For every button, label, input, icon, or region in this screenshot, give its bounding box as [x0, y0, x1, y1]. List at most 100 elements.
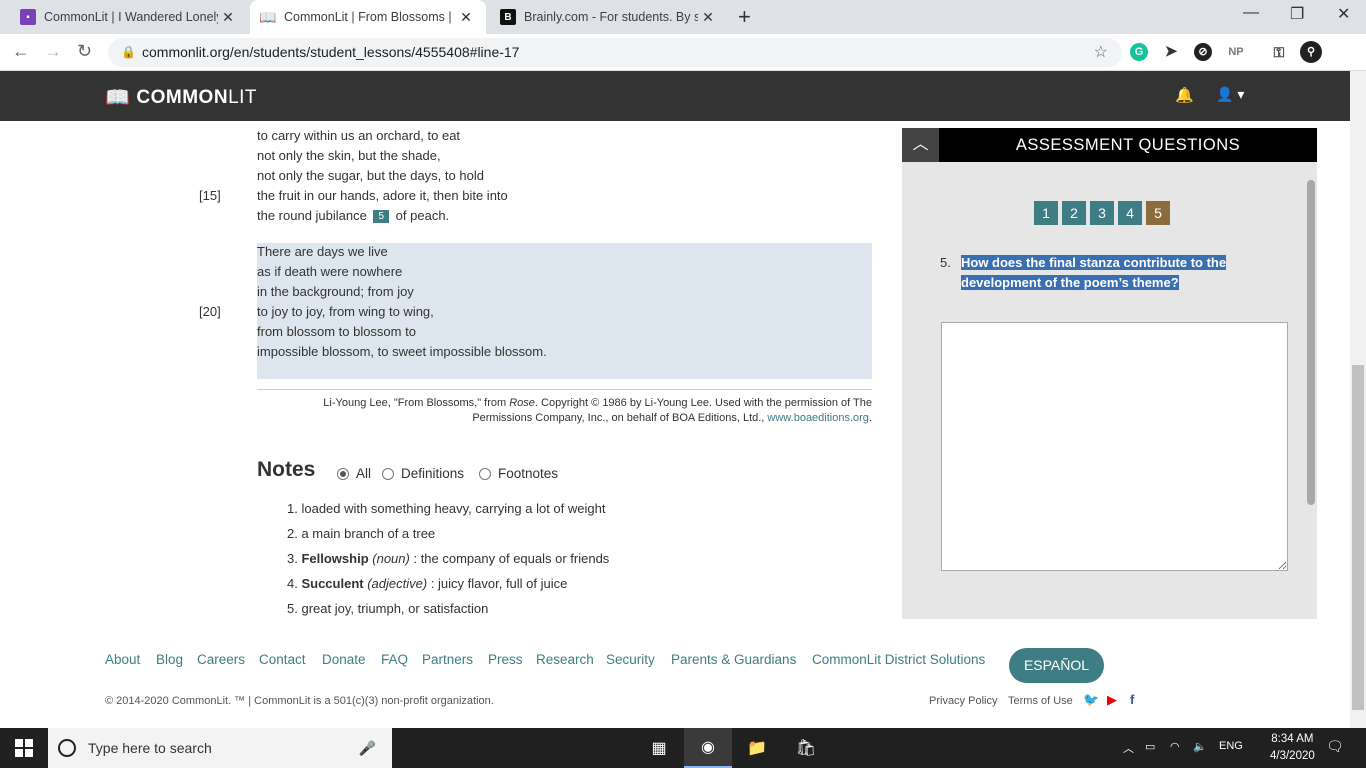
reload-icon[interactable]: ↻ — [77, 41, 92, 62]
np-extension-icon[interactable]: NP — [1224, 43, 1248, 61]
poem-line: as if death were nowhere — [257, 264, 403, 279]
bookmark-star-icon[interactable]: ☆ — [1094, 38, 1108, 67]
footer-link-blog[interactable]: Blog — [156, 652, 183, 667]
assessment-title: ASSESSMENT QUESTIONS — [1015, 136, 1241, 154]
address-bar[interactable]: 🔒 commonlit.org/en/students/student_less… — [108, 38, 1122, 67]
page-scrollbar-thumb[interactable] — [1352, 365, 1364, 710]
profile-avatar-icon[interactable]: ⚲ — [1300, 41, 1322, 63]
question-5-button[interactable]: 5 — [1146, 201, 1170, 225]
task-view-icon[interactable]: ▦ — [635, 728, 683, 768]
question-3-button[interactable]: 3 — [1090, 201, 1114, 225]
filter-all-radio[interactable]: All — [337, 466, 371, 481]
new-tab-plus-icon[interactable]: + — [738, 4, 751, 30]
clock-date: 4/3/2020 — [1270, 750, 1315, 762]
radio-label: All — [356, 466, 372, 481]
tray-chevron-up-icon[interactable]: ︿ — [1123, 740, 1134, 756]
key-extension-icon[interactable]: ⚿ — [1270, 43, 1288, 61]
footer-link-parents[interactable]: Parents & Guardians — [671, 652, 796, 667]
filter-definitions-radio[interactable]: Definitions — [382, 466, 464, 481]
collapse-chevron-up-icon[interactable]: ︿ — [902, 128, 939, 162]
microphone-icon[interactable]: 🎤 — [359, 728, 376, 768]
filter-footnotes-radio[interactable]: Footnotes — [479, 466, 558, 481]
poem-line: from blossom to blossom to — [257, 324, 416, 339]
note-item: 3. Fellowship (noun) : the company of eq… — [287, 551, 610, 566]
tab-title: CommonLit | From Blossoms | Fre — [284, 10, 456, 24]
close-tab-icon[interactable]: ✕ — [456, 9, 476, 26]
poem-line: to joy to joy, from wing to wing, — [257, 304, 434, 319]
close-tab-icon[interactable]: ✕ — [698, 9, 718, 26]
citation-book-title: Rose — [509, 397, 535, 409]
radio-empty-icon — [479, 467, 491, 480]
facebook-icon[interactable]: f — [1130, 692, 1134, 707]
footer-link-about[interactable]: About — [105, 652, 140, 667]
copyright-text: © 2014-2020 CommonLit. ™ | CommonLit is … — [105, 695, 494, 707]
tab-title: Brainly.com - For students. By stu — [524, 10, 698, 24]
footer-link-district[interactable]: CommonLit District Solutions — [812, 652, 985, 667]
twitter-icon[interactable]: 🐦 — [1083, 692, 1099, 708]
panel-scrollbar[interactable] — [1307, 180, 1315, 505]
footer-link-contact[interactable]: Contact — [259, 652, 306, 667]
chrome-taskbar-icon[interactable]: ◉ — [684, 728, 732, 768]
site-header: 📖 COMMON LIT 🔔 👤 ▾ — [0, 71, 1350, 121]
citation-text: . Copyright © 1986 by Li-Young Lee. Used… — [534, 397, 872, 409]
restore-icon[interactable]: ❐ — [1290, 4, 1304, 24]
notification-bell-icon[interactable]: 🔔 — [1175, 86, 1194, 104]
file-explorer-icon[interactable]: 📁 — [733, 728, 781, 768]
windows-start-icon[interactable] — [15, 739, 33, 757]
system-clock[interactable]: 8:34 AM 4/3/2020 — [1270, 731, 1315, 765]
footer-link-donate[interactable]: Donate — [322, 652, 366, 667]
citation-text: . — [868, 412, 872, 424]
store-icon[interactable]: 🛍 — [782, 728, 830, 768]
windows-taskbar: Type here to search 🎤 ▦ ◉ 📁 🛍 ︿ ▭ ◠ 🔈 EN… — [0, 728, 1366, 768]
footer-link-press[interactable]: Press — [488, 652, 523, 667]
volume-icon[interactable]: 🔈 — [1193, 740, 1207, 753]
footnote-badge[interactable]: 5 — [373, 210, 390, 224]
tab-title: CommonLit | I Wandered Lonely a — [44, 10, 218, 24]
wifi-icon[interactable]: ◠ — [1170, 740, 1180, 753]
question-4-button[interactable]: 4 — [1118, 201, 1142, 225]
citation-text: Li-Young Lee, "From Blossoms," from — [323, 397, 510, 409]
browser-tab-active[interactable]: 📖 CommonLit | From Blossoms | Fre ✕ — [250, 0, 486, 34]
question-1-button[interactable]: 1 — [1034, 201, 1058, 225]
lock-icon: 🔒 — [121, 45, 136, 59]
footer-link-partners[interactable]: Partners — [422, 652, 473, 667]
answer-textarea[interactable] — [941, 322, 1288, 571]
close-window-icon[interactable]: ✕ — [1337, 4, 1350, 24]
assessment-header: ︿ ASSESSMENT QUESTIONS — [902, 128, 1317, 162]
open-book-icon: 📖 — [105, 87, 131, 109]
search-placeholder: Type here to search — [88, 740, 212, 756]
question-2-button[interactable]: 2 — [1062, 201, 1086, 225]
radio-label: Definitions — [401, 466, 465, 481]
commonlit-logo[interactable]: 📖 COMMON LIT — [105, 85, 257, 110]
slash-extension-icon[interactable]: ⊘ — [1194, 43, 1212, 61]
cursor-extension-icon[interactable]: ➤ — [1162, 43, 1180, 61]
minimize-icon[interactable]: — — [1243, 4, 1259, 22]
grammarly-extension-icon[interactable]: G — [1130, 43, 1148, 61]
close-tab-icon[interactable]: ✕ — [218, 9, 238, 26]
question-number: 5. — [940, 255, 951, 270]
language-indicator[interactable]: ENG — [1219, 740, 1243, 752]
footer-link-research[interactable]: Research — [536, 652, 594, 667]
book-favicon-icon: 📖 — [259, 8, 277, 25]
footer-link-careers[interactable]: Careers — [197, 652, 245, 667]
espanol-button[interactable]: ESPAÑOL — [1009, 648, 1104, 683]
action-center-icon[interactable]: 🗨 — [1326, 738, 1344, 755]
back-arrow-icon[interactable]: ← — [12, 41, 30, 62]
url-text: commonlit.org/en/students/student_lesson… — [142, 44, 520, 60]
footer-link-faq[interactable]: FAQ — [381, 652, 408, 667]
citation-divider — [257, 389, 872, 390]
taskbar-search-box[interactable]: Type here to search 🎤 — [48, 728, 392, 768]
browser-tab[interactable]: B Brainly.com - For students. By stu ✕ — [488, 0, 728, 34]
radio-selected-icon — [337, 467, 349, 480]
boa-editions-link[interactable]: www.boaeditions.org — [767, 412, 869, 424]
privacy-policy-link[interactable]: Privacy Policy — [929, 695, 997, 707]
brainly-favicon-icon: B — [500, 9, 516, 25]
battery-icon[interactable]: ▭ — [1145, 740, 1155, 753]
logo-text-lit: LIT — [228, 86, 258, 108]
youtube-icon[interactable]: ▶ — [1107, 692, 1117, 708]
terms-of-use-link[interactable]: Terms of Use — [1008, 695, 1073, 707]
user-menu-icon[interactable]: 👤 ▾ — [1216, 86, 1244, 103]
browser-tab[interactable]: ▪ CommonLit | I Wandered Lonely a ✕ — [0, 0, 248, 34]
footer-link-security[interactable]: Security — [606, 652, 655, 667]
forward-arrow-icon[interactable]: → — [44, 41, 62, 62]
